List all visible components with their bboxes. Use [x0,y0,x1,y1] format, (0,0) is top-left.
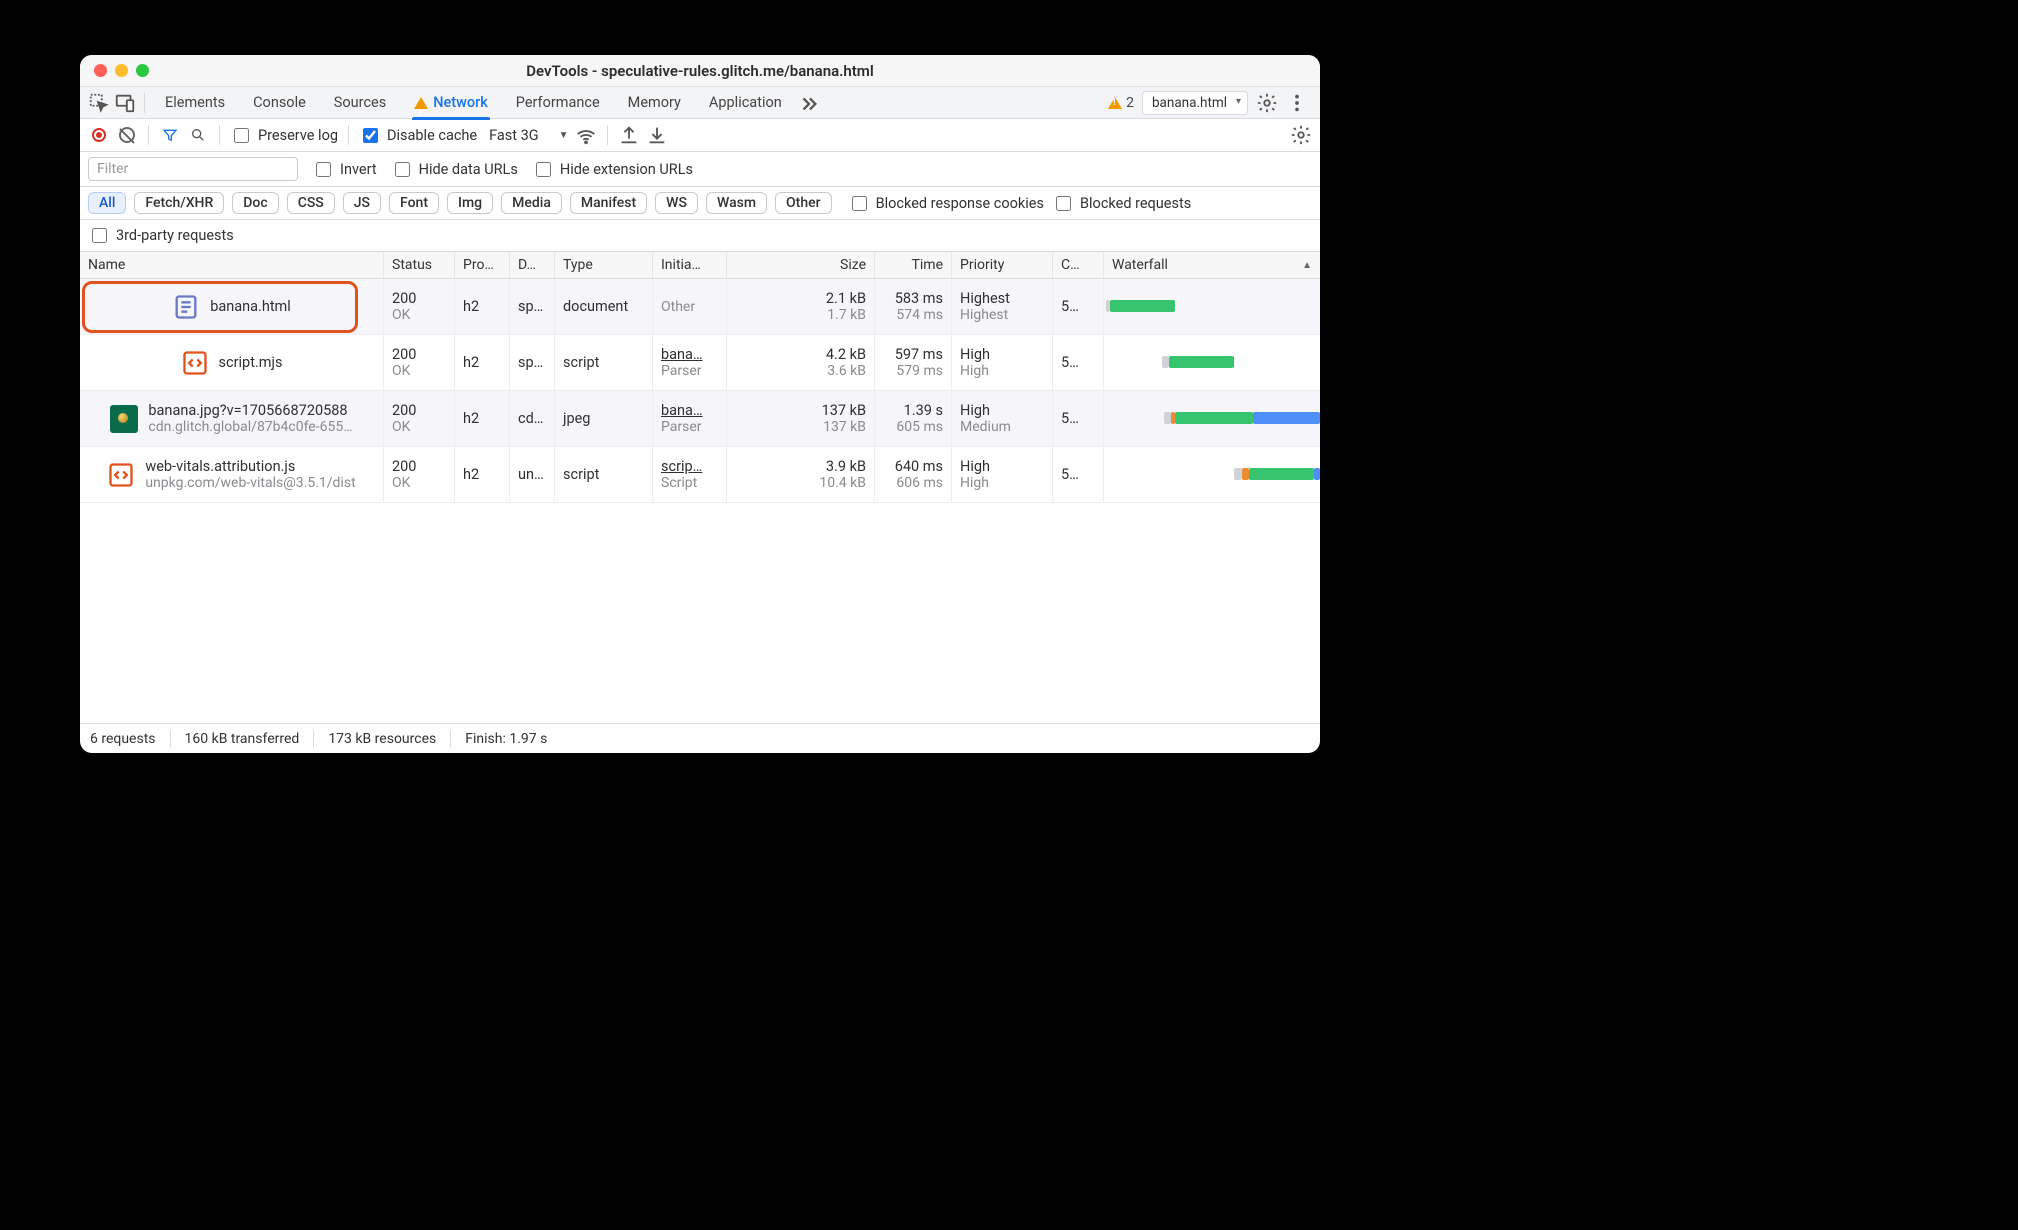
hide-data-urls-checkbox[interactable]: Hide data URLs [391,159,518,180]
device-toolbar-icon[interactable] [114,92,136,114]
inspect-element-icon[interactable] [88,92,110,114]
tab-console[interactable]: Console [241,87,318,119]
panel-settings-icon[interactable] [1290,124,1312,146]
col-protocol[interactable]: Pro… [455,252,510,278]
col-status[interactable]: Status [384,252,455,278]
blocked-requests-checkbox[interactable]: Blocked requests [1052,193,1191,214]
table-row[interactable]: script.mjs 200OK h2 sp… script bana…Pars… [80,335,1320,391]
chevron-down-icon: ▼ [559,130,569,141]
col-connection[interactable]: C… [1053,252,1104,278]
script-icon [107,461,135,489]
import-har-icon[interactable] [646,124,668,146]
tab-performance[interactable]: Performance [504,87,612,119]
maximize-window-button[interactable] [136,64,149,77]
script-icon [181,349,209,377]
warning-icon [414,97,428,109]
status-finish: Finish: 1.97 s [451,730,561,748]
status-bar: 6 requests 160 kB transferred 173 kB res… [80,723,1320,753]
col-waterfall[interactable]: Waterfall▲ [1104,252,1320,278]
separator [144,93,145,113]
network-conditions-icon[interactable] [575,124,597,146]
throttling-select[interactable]: Fast 3G [483,124,557,147]
record-icon [92,128,106,142]
table-row[interactable]: banana.html 200OK h2 sp… document Other … [80,279,1320,335]
status-transferred: 160 kB transferred [171,730,315,748]
chip-other[interactable]: Other [775,192,832,214]
disable-cache-checkbox[interactable]: Disable cache [359,125,477,146]
tab-memory[interactable]: Memory [616,87,693,119]
chip-js[interactable]: JS [343,192,381,214]
tab-sources[interactable]: Sources [322,87,398,119]
titlebar: DevTools - speculative-rules.glitch.me/b… [80,55,1320,87]
table-row[interactable]: banana.jpg?v=1705668720588cdn.glitch.glo… [80,391,1320,447]
window-title: DevTools - speculative-rules.glitch.me/b… [80,62,1320,80]
chip-fetch-xhr[interactable]: Fetch/XHR [134,192,224,214]
third-party-row: 3rd-party requests [80,220,1320,252]
status-requests: 6 requests [90,730,171,748]
waterfall-cell [1104,391,1320,446]
export-har-icon[interactable] [618,124,640,146]
filter-bar: Filter Invert Hide data URLs Hide extens… [80,152,1320,187]
chip-all[interactable]: All [88,192,126,214]
more-menu-icon[interactable] [1286,92,1308,114]
table-row[interactable]: web-vitals.attribution.jsunpkg.com/web-v… [80,447,1320,503]
status-resources: 173 kB resources [314,730,451,748]
chip-img[interactable]: Img [447,192,493,214]
devtools-window: DevTools - speculative-rules.glitch.me/b… [80,55,1320,753]
panel-tabs: Elements Console Sources Network Perform… [80,87,1320,119]
document-icon [172,293,200,321]
settings-icon[interactable] [1256,92,1278,114]
chip-media[interactable]: Media [501,192,562,214]
col-priority[interactable]: Priority [952,252,1053,278]
chip-doc[interactable]: Doc [232,192,278,214]
col-type[interactable]: Type [555,252,653,278]
col-size[interactable]: Size [727,252,875,278]
filter-toggle-icon[interactable] [159,124,181,146]
waterfall-cell [1104,279,1320,334]
col-name[interactable]: Name [80,252,384,278]
warning-icon [1108,97,1122,109]
col-domain[interactable]: D… [510,252,555,278]
window-controls [94,64,149,77]
waterfall-cell [1104,335,1320,390]
preserve-log-checkbox[interactable]: Preserve log [230,125,338,146]
search-icon[interactable] [187,124,209,146]
type-chips: All Fetch/XHR Doc CSS JS Font Img Media … [80,187,1320,220]
tab-application[interactable]: Application [697,87,794,119]
chip-css[interactable]: CSS [287,192,335,214]
clear-button[interactable] [116,124,138,146]
sort-asc-icon: ▲ [1302,260,1312,271]
record-button[interactable] [88,124,110,146]
grid-header: Name Status Pro… D… Type Initia… Size Ti… [80,252,1320,279]
chip-wasm[interactable]: Wasm [706,192,767,214]
chip-manifest[interactable]: Manifest [570,192,647,214]
chip-font[interactable]: Font [389,192,439,214]
minimize-window-button[interactable] [115,64,128,77]
clear-icon [119,127,135,143]
more-tabs-icon[interactable] [798,92,820,114]
issues-badge[interactable]: 2 [1108,95,1134,111]
tab-network[interactable]: Network [402,87,500,119]
third-party-checkbox[interactable]: 3rd-party requests [88,225,234,246]
request-rows: banana.html 200OK h2 sp… document Other … [80,279,1320,723]
col-initiator[interactable]: Initia… [653,252,727,278]
waterfall-cell [1104,447,1320,502]
target-selector[interactable]: banana.html [1142,91,1248,115]
invert-checkbox[interactable]: Invert [312,159,377,180]
tab-elements[interactable]: Elements [153,87,237,119]
close-window-button[interactable] [94,64,107,77]
network-toolbar: Preserve log Disable cache Fast 3G▼ [80,119,1320,152]
hide-extension-urls-checkbox[interactable]: Hide extension URLs [532,159,693,180]
chip-ws[interactable]: WS [655,192,698,214]
image-thumbnail-icon [110,405,138,433]
filter-input[interactable]: Filter [88,157,298,181]
col-time[interactable]: Time [875,252,952,278]
blocked-cookies-checkbox[interactable]: Blocked response cookies [848,193,1044,214]
